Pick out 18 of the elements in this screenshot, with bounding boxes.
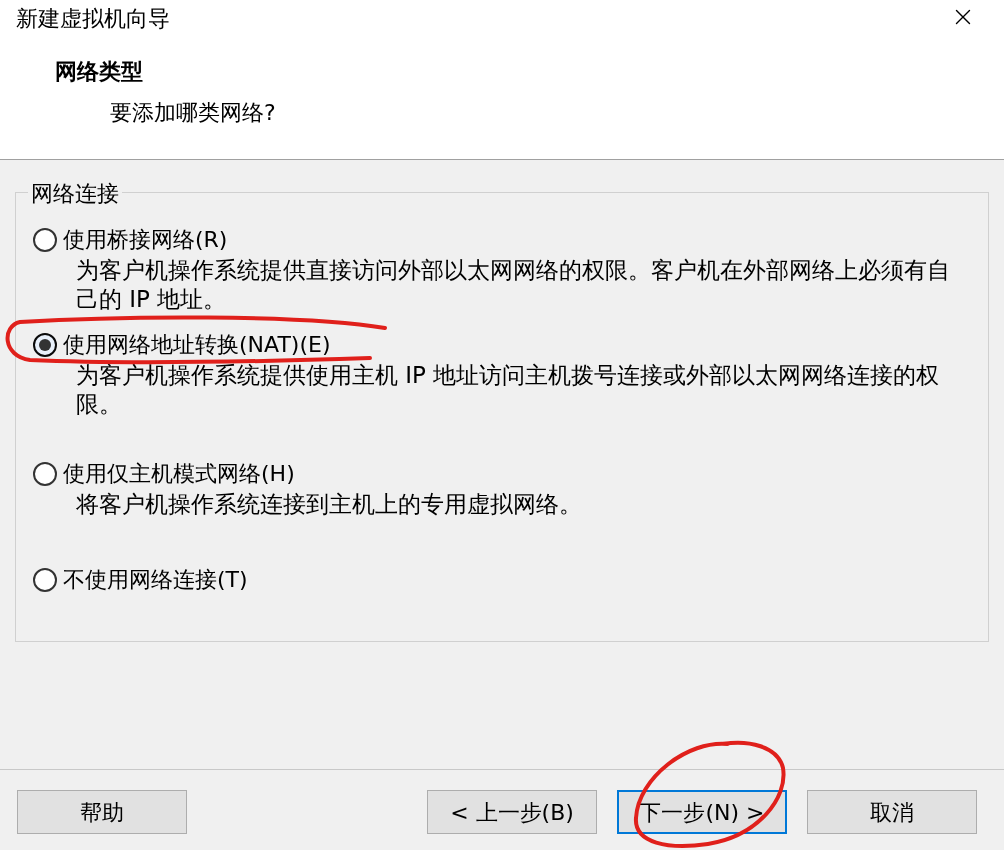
dialog-button[interactable]: 取消 [807, 790, 977, 834]
radio-icon[interactable] [33, 461, 57, 486]
option-description: 为客户机操作系统提供直接访问外部以太网网络的权限。客户机在外部网络上必须有自己的 IP 地址。 [76, 256, 951, 314]
dialog-button[interactable]: < 上一步(B) [427, 790, 597, 834]
radio-option[interactable]: 使用桥接网络(R) [33, 223, 988, 256]
window-title: 新建虚拟机向导 [16, 5, 170, 33]
option-description: 将客户机操作系统连接到主机上的专用虚拟网络。 [76, 490, 583, 519]
radio-icon[interactable] [33, 332, 57, 357]
dialog-button[interactable]: 帮助 [17, 790, 187, 834]
radio-option[interactable]: 使用网络地址转换(NAT)(E) [33, 328, 988, 361]
radio-option[interactable]: 使用仅主机模式网络(H) [33, 457, 988, 490]
page-subtitle: 要添加哪类网络? [110, 99, 277, 127]
page-title: 网络类型 [55, 58, 144, 86]
radio-icon[interactable] [33, 227, 57, 252]
dialog-button[interactable]: 下一步(N) > [617, 790, 787, 834]
radio-icon[interactable] [33, 567, 57, 592]
option-description: 为客户机操作系统提供使用主机 IP 地址访问主机拨号连接或外部以太网网络连接的权限。 [76, 361, 941, 419]
radio-option[interactable]: 不使用网络连接(T) [33, 563, 988, 596]
